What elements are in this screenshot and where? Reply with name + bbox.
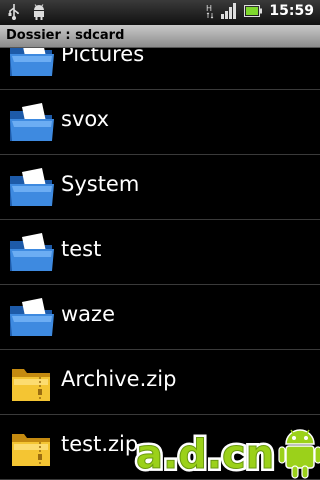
list-item-label: waze [61,302,115,326]
file-list[interactable]: Pictures svox System test waze Archive.z… [0,48,320,480]
usb-icon [8,4,19,20]
clock: 15:59 [269,3,314,19]
list-item-label: System [61,172,140,196]
folder-icon [10,48,54,76]
zip-file-icon [12,369,50,401]
android-robot-icon [278,429,320,479]
adcn-watermark-logo: a.d.cn a.d.cn [133,429,320,480]
list-item-label: test.zip [61,432,139,456]
list-item[interactable]: Pictures [0,48,320,90]
folder-icon [10,168,54,206]
list-item-label: Pictures [61,48,145,66]
folder-icon [10,103,54,141]
list-item[interactable]: waze [0,286,320,350]
list-item-label: svox [61,107,109,131]
battery-icon [244,5,263,17]
list-item[interactable]: Archive.zip [0,351,320,415]
svg-text:H: H [206,4,212,13]
folder-icon [10,233,54,271]
list-item-label: test [61,237,102,261]
list-item-label: Archive.zip [61,367,177,391]
list-item[interactable]: svox [0,91,320,155]
list-item[interactable]: System [0,156,320,220]
svg-text:a.d.cn: a.d.cn [136,432,274,478]
list-item[interactable]: test [0,221,320,285]
status-bar: H 15:59 [0,0,320,25]
android-debug-icon [34,4,44,20]
zip-file-icon [12,434,50,466]
title-bar: Dossier : sdcard [0,25,320,48]
page-title: Dossier : sdcard [6,28,125,43]
signal-h-icon: H [206,4,214,19]
folder-icon [10,298,54,336]
signal-bars-icon [221,3,237,19]
